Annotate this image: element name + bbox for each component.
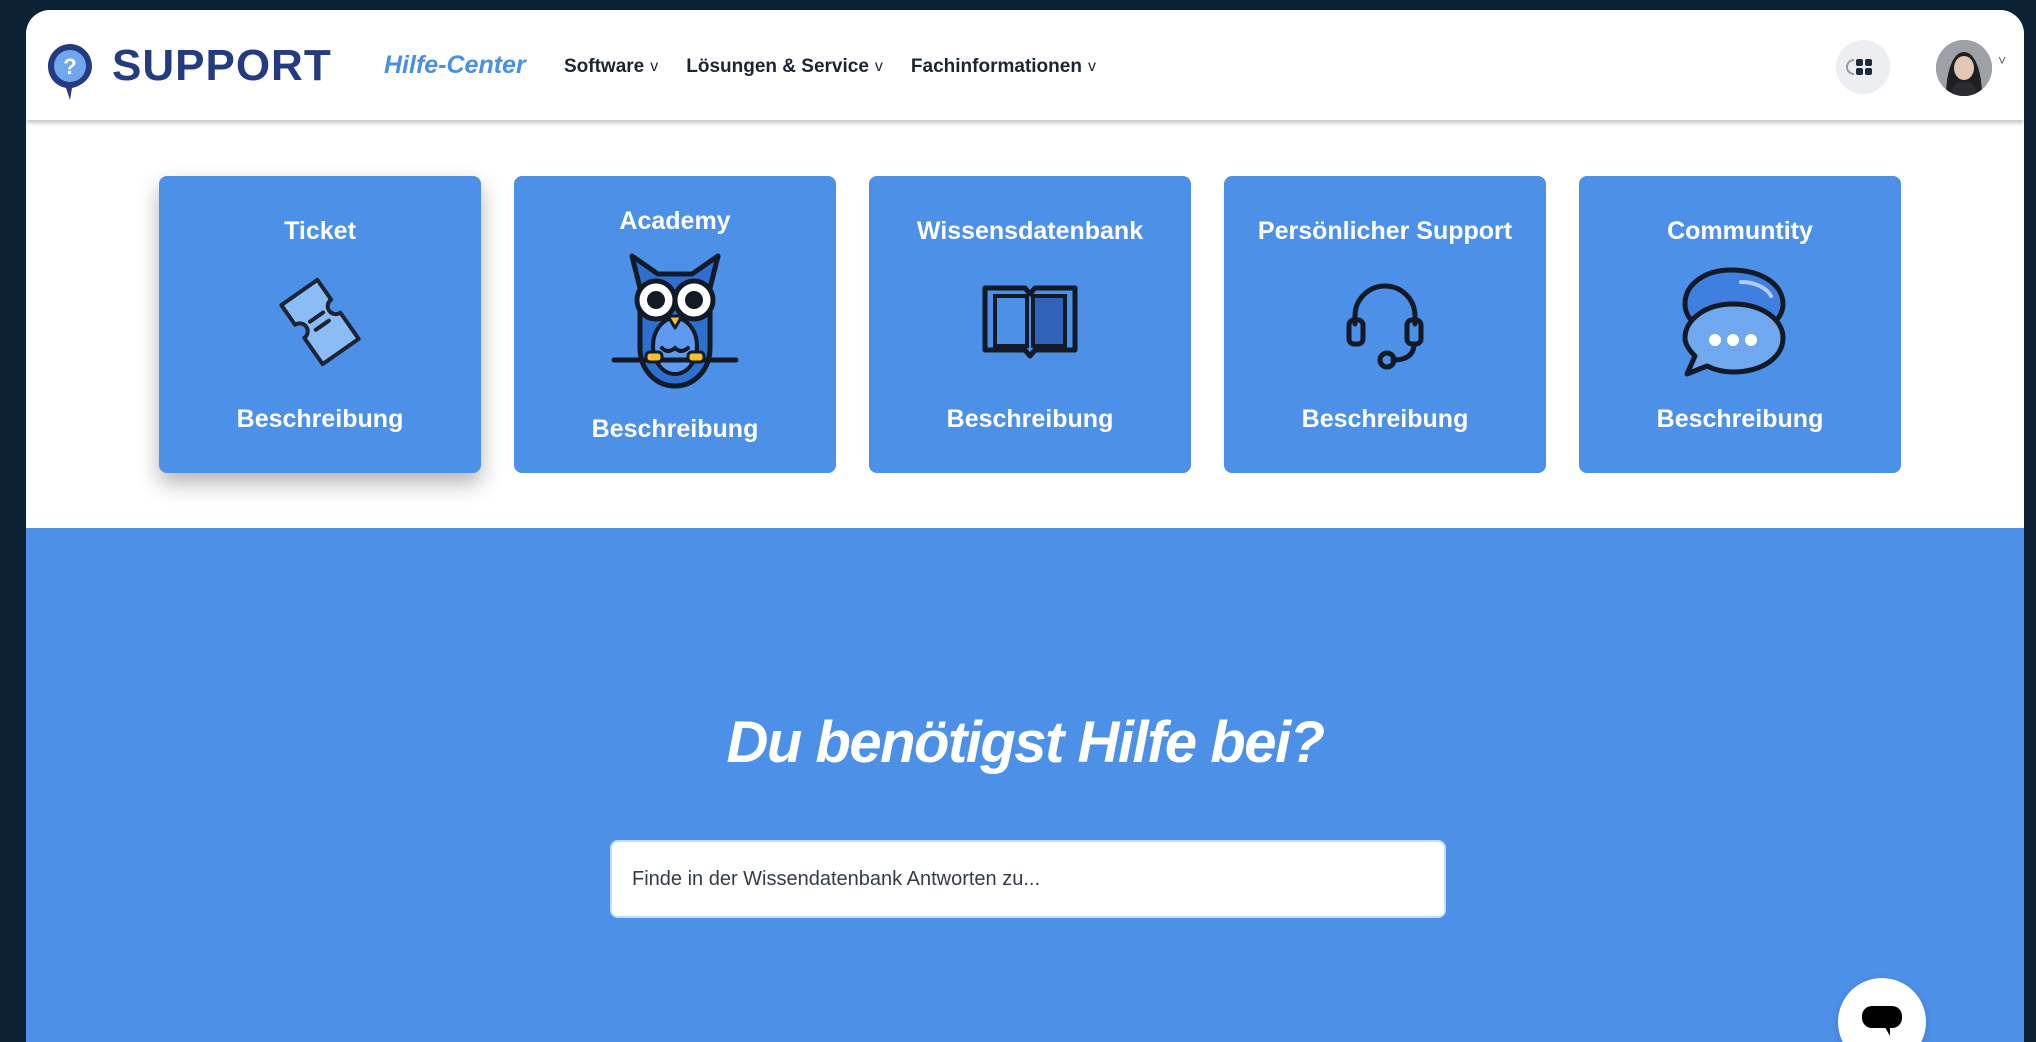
chevron-down-icon: v <box>650 58 659 75</box>
card-description: Beschreibung <box>1301 405 1469 433</box>
apps-grid-icon <box>1846 59 1872 75</box>
headset-icon <box>1346 283 1424 370</box>
card-title: Wissensdatenbank <box>916 217 1144 245</box>
chevron-down-icon[interactable]: ˅ <box>1998 52 2006 68</box>
card-title: Ticket <box>284 217 356 245</box>
nav-label: Lösungen & Service <box>686 56 869 77</box>
chat-widget-button[interactable] <box>1838 978 1926 1042</box>
card-description: Beschreibung <box>1656 405 1824 433</box>
ticket-icon <box>279 277 361 367</box>
chat-bubbles-icon <box>1682 267 1786 377</box>
card-wissensdatenbank[interactable]: Wissensdatenbank Beschreibung <box>869 176 1191 473</box>
svg-text:?: ? <box>63 54 76 79</box>
card-title: Academy <box>619 207 731 235</box>
user-avatar[interactable] <box>1936 40 1992 96</box>
site-header: ? SUPPORT Hilfe-Center Software v Lösung… <box>26 10 2024 120</box>
search-hero: Du benötigst Hilfe bei? <box>26 528 2024 1042</box>
card-description: Beschreibung <box>591 415 759 443</box>
main-nav: Software v Lösungen & Service v Fachinfo… <box>564 54 1096 80</box>
user-avatar-icon <box>1936 40 1992 96</box>
owl-icon <box>611 253 739 389</box>
hero-title: Du benötigst Hilfe bei? <box>726 710 1325 775</box>
app-switcher-button[interactable] <box>1836 40 1890 94</box>
card-description: Beschreibung <box>946 405 1114 433</box>
card-persoenlicher-support[interactable]: Persönlicher Support Beschreibung <box>1224 176 1546 473</box>
card-description: Beschreibung <box>236 405 404 433</box>
service-cards: Ticket Beschreibung Academy Beschreibung… <box>159 176 1901 473</box>
nav-fachinformationen[interactable]: Fachinformationen v <box>911 54 1096 80</box>
nav-software[interactable]: Software v <box>564 54 658 80</box>
card-community[interactable]: Communtity Beschreibung <box>1579 176 1901 473</box>
card-ticket[interactable]: Ticket Beschreibung <box>159 176 481 473</box>
book-icon <box>982 285 1078 359</box>
browser-window: ? SUPPORT Hilfe-Center Software v Lösung… <box>26 10 2024 1042</box>
chevron-down-icon: v <box>874 58 883 75</box>
brand-name[interactable]: SUPPORT <box>112 40 332 92</box>
search-input[interactable] <box>610 840 1446 918</box>
nav-label: Software <box>564 56 645 77</box>
chat-icon-tail <box>1882 1022 1890 1036</box>
nav-loesungen-service[interactable]: Lösungen & Service v <box>686 54 883 80</box>
help-logo-icon[interactable]: ? <box>46 42 94 102</box>
card-title: Communtity <box>1667 217 1813 245</box>
card-title: Persönlicher Support <box>1257 217 1513 245</box>
brand-subtitle[interactable]: Hilfe-Center <box>384 50 526 80</box>
card-academy[interactable]: Academy Beschreibung <box>514 176 836 473</box>
chevron-down-icon: v <box>1087 58 1096 75</box>
nav-label: Fachinformationen <box>910 56 1082 77</box>
